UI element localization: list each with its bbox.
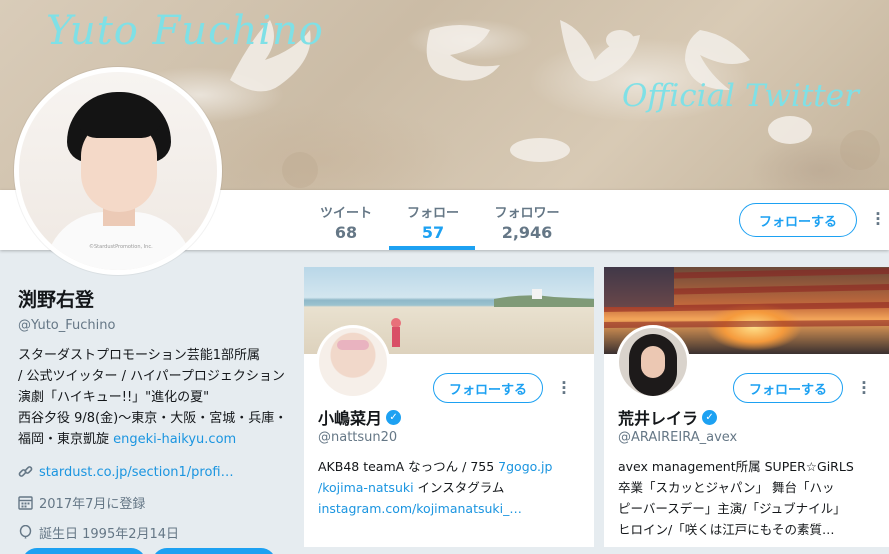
- follow-card-arai[interactable]: フォローする · · · 荒井レイラ ✓ @ARAIREIRA_avex avex …: [604, 267, 889, 547]
- verified-icon: ✓: [702, 409, 718, 425]
- avatar-photo: ©StardustPromotion, Inc.: [19, 72, 217, 270]
- card-handle[interactable]: @ARAIREIRA_avex: [618, 430, 737, 445]
- card-handle[interactable]: @nattsun20: [318, 430, 397, 445]
- stat-tweets-label: ツイート: [319, 206, 372, 221]
- profile-avatar[interactable]: ©StardustPromotion, Inc.: [14, 67, 222, 275]
- card-bio: AKB48 teamA なっつん / 755 7gogo.jp /kojima-…: [318, 456, 588, 519]
- card-avatar[interactable]: [316, 325, 390, 399]
- card-follow-button[interactable]: フォローする: [433, 373, 543, 403]
- stat-following-label: フォロー: [406, 206, 459, 221]
- profile-birthday: 誕生日 1995年2月14日: [39, 526, 180, 542]
- card-name-text: 小嶋菜月: [318, 409, 383, 428]
- profile-joined-row: 2017年7月に登録: [18, 492, 288, 512]
- stat-followers-label: フォロワー: [494, 206, 560, 221]
- card-more-icon[interactable]: · · ·: [859, 376, 869, 401]
- profile-bio: スターダストプロモーション芸能1部所属 / 公式ツイッター / ハイパープロジェ…: [18, 345, 288, 450]
- card-bio-link-2[interactable]: /kojima-natsuki: [318, 480, 414, 495]
- card-more-icon[interactable]: · · ·: [559, 376, 569, 401]
- verified-icon: ✓: [386, 409, 402, 425]
- card-name: 荒井レイラ ✓: [618, 405, 718, 429]
- follow-button[interactable]: フォローする: [739, 203, 857, 237]
- card-bio-line-4: ヒロイン/「咲くは江戸にもその素質…: [618, 522, 835, 537]
- card-bio-line-3: ピーバースデー」主演/「ジュブナイル」: [618, 501, 846, 516]
- profile-website-row: stardust.co.jp/section1/profi…: [18, 462, 288, 482]
- balloon-icon: [18, 524, 33, 540]
- profile-birthday-row: 誕生日 1995年2月14日: [18, 522, 288, 542]
- stat-tweets-value: 68: [334, 223, 358, 242]
- avatar-watermark: ©StardustPromotion, Inc.: [89, 244, 153, 250]
- stat-following-value: 57: [421, 223, 445, 242]
- stat-followers-value: 2,946: [501, 223, 553, 242]
- card-bio-line-1: avex management所属 SUPER☆GiRLS: [618, 459, 854, 474]
- bio-line-2: / 公式ツイッター / ハイパープロジェクション演劇「ハイキュー!!」"進化の夏…: [18, 369, 285, 405]
- stat-tweets[interactable]: ツイート 68: [316, 202, 376, 242]
- banner-title: Yuto Fuchino: [46, 8, 324, 54]
- stat-followers[interactable]: フォロワー 2,946: [489, 202, 565, 242]
- profile-joined: 2017年7月に登録: [39, 496, 146, 512]
- profile-info: 渕野右登 @Yuto_Fuchino スターダストプロモーション芸能1部所属 /…: [18, 285, 288, 542]
- message-button[interactable]: [152, 548, 276, 554]
- tweet-to-button[interactable]: [22, 548, 146, 554]
- bio-link[interactable]: engeki-haikyu.com: [113, 432, 236, 447]
- calendar-icon: [18, 495, 33, 510]
- card-bio: avex management所属 SUPER☆GiRLS 卒業「スカッとジャパ…: [618, 456, 888, 540]
- more-options-icon[interactable]: · · ·: [873, 207, 883, 232]
- card-bio-text: AKB48 teamA なっつん / 755: [318, 459, 499, 474]
- card-bio-link-3[interactable]: instagram.com/kojimanatsuki_…: [318, 501, 522, 516]
- stat-following[interactable]: フォロー 57: [402, 202, 464, 242]
- bio-line-1: スターダストプロモーション芸能1部所属: [18, 348, 261, 363]
- card-bio-line-2: 卒業「スカッとジャパン」 舞台「ハッ: [618, 480, 835, 495]
- card-follow-button[interactable]: フォローする: [733, 373, 843, 403]
- link-icon: [18, 465, 33, 480]
- follow-card-kojima[interactable]: フォローする · · · 小嶋菜月 ✓ @nattsun20 AKB48 teamA…: [304, 267, 594, 547]
- profile-name: 渕野右登: [18, 289, 95, 311]
- card-avatar[interactable]: [616, 325, 690, 399]
- card-bio-text-2: インスタグラム: [413, 480, 505, 495]
- active-tab-indicator: [389, 246, 475, 250]
- profile-website-link[interactable]: stardust.co.jp/section1/profi…: [39, 465, 234, 480]
- card-name: 小嶋菜月 ✓: [318, 405, 402, 429]
- card-bio-link-1[interactable]: 7gogo.jp: [498, 459, 552, 474]
- card-name-text: 荒井レイラ: [618, 409, 699, 428]
- profile-handle[interactable]: @Yuto_Fuchino: [18, 318, 288, 333]
- banner-subtitle: Official Twitter: [622, 78, 859, 114]
